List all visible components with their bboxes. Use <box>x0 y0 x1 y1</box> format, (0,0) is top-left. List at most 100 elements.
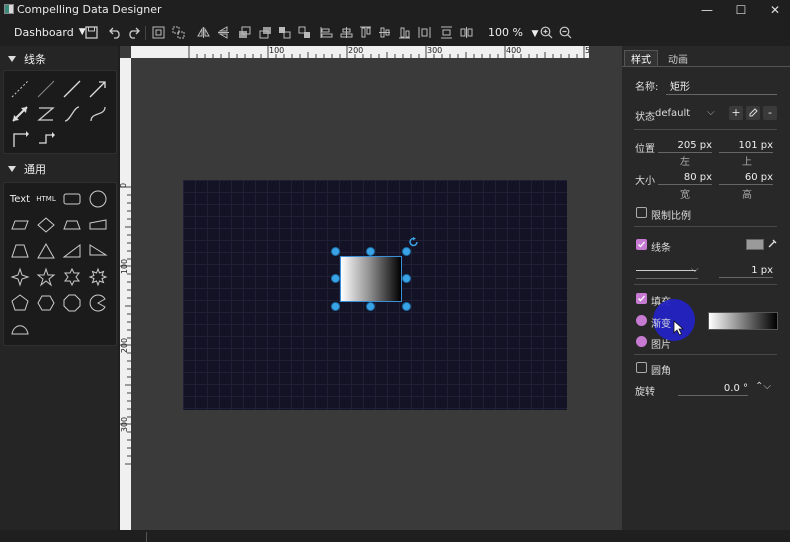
zoom-in-icon[interactable] <box>538 24 554 40</box>
eyedropper-icon[interactable] <box>767 239 777 252</box>
pentagon-shape-icon[interactable] <box>7 291 33 315</box>
octagon-shape-icon[interactable] <box>59 291 85 315</box>
lines-section-label: 线条 <box>24 53 46 66</box>
state-label: 状态 <box>635 112 655 123</box>
zoom-dropdown[interactable]: 100 % ▼ <box>488 26 538 39</box>
width-input[interactable]: 80 px <box>658 172 712 185</box>
flip-horizontal-icon[interactable] <box>195 24 211 40</box>
align-center-icon[interactable] <box>338 24 354 40</box>
toolbar: Dashboard ▼ 100 % ▼ <box>0 20 790 44</box>
flip-vertical-icon[interactable] <box>215 24 231 40</box>
bring-forward-icon[interactable] <box>276 24 292 40</box>
state-select[interactable]: default <box>655 108 690 119</box>
top-caption: 上 <box>742 157 752 168</box>
trapezoid-shape-icon[interactable] <box>59 213 85 237</box>
parallelogram-shape-icon[interactable] <box>7 213 33 237</box>
align-bottom-icon[interactable] <box>396 24 412 40</box>
pie-shape-icon[interactable] <box>85 291 111 315</box>
save-icon[interactable] <box>83 24 99 40</box>
zigzag-line-shape-icon[interactable] <box>33 102 59 126</box>
tab-style[interactable]: 样式 <box>624 50 658 66</box>
eight-point-star-shape-icon[interactable] <box>85 265 111 289</box>
text-shape-item[interactable]: Text <box>7 187 33 211</box>
gradient-radio[interactable] <box>636 315 647 326</box>
name-input[interactable]: 矩形 <box>666 78 777 95</box>
fill-checkbox[interactable] <box>636 293 647 304</box>
rotate-input[interactable]: 0.0 ° <box>678 383 748 396</box>
line-width-input[interactable]: 1 px <box>719 265 773 278</box>
app-icon <box>4 4 14 14</box>
edit-state-icon[interactable] <box>746 106 760 120</box>
left-caption: 左 <box>680 157 690 168</box>
diamond-shape-icon[interactable] <box>33 213 59 237</box>
trapezoid-up-shape-icon[interactable] <box>7 239 33 263</box>
arc-shape-icon[interactable] <box>7 317 33 341</box>
undo-icon[interactable] <box>107 24 123 40</box>
add-state-icon[interactable]: + <box>729 106 743 120</box>
step-connector-shape-icon[interactable] <box>33 127 59 151</box>
left-input[interactable]: 205 px <box>658 140 712 153</box>
resize-handle[interactable] <box>331 274 340 283</box>
gradient-rectangle-shape[interactable] <box>340 256 402 302</box>
gradient-preview-swatch[interactable] <box>708 312 778 330</box>
resize-handle[interactable] <box>331 247 340 256</box>
manual-input-shape-icon[interactable] <box>85 213 111 237</box>
distribute-vertical-icon[interactable] <box>438 24 454 40</box>
circle-shape-icon[interactable] <box>85 187 111 211</box>
line-checkbox[interactable] <box>636 239 647 250</box>
height-input[interactable]: 60 px <box>719 172 773 185</box>
dashed-line-shape-icon[interactable] <box>7 77 33 101</box>
wedge-shape-icon[interactable] <box>85 239 111 263</box>
six-point-star-shape-icon[interactable] <box>59 265 85 289</box>
lines-section-header[interactable]: 线条 <box>0 48 118 70</box>
bring-front-icon[interactable] <box>236 24 252 40</box>
resize-handle[interactable] <box>366 247 375 256</box>
image-radio[interactable] <box>636 336 647 347</box>
html-shape-item[interactable]: HTML <box>33 187 59 211</box>
maximize-button[interactable]: ☐ <box>724 0 758 20</box>
arrow-line-shape-icon[interactable] <box>85 77 111 101</box>
align-top-icon[interactable] <box>357 24 373 40</box>
hexagon-shape-icon[interactable] <box>33 291 59 315</box>
close-button[interactable]: ✕ <box>758 0 790 20</box>
rotate-handle-icon[interactable] <box>409 237 419 250</box>
line-style-chevron-icon[interactable]: ⌵ <box>691 264 699 275</box>
elbow-connector-shape-icon[interactable] <box>7 127 33 151</box>
dashboard-dropdown[interactable]: Dashboard ▼ <box>14 24 86 40</box>
tab-animation[interactable]: 动画 <box>662 50 694 66</box>
line-color-swatch[interactable] <box>746 239 764 250</box>
zoom-out-icon[interactable] <box>557 24 573 40</box>
rounded-rectangle-shape-icon[interactable] <box>59 187 85 211</box>
send-back-icon[interactable] <box>257 24 273 40</box>
minimize-button[interactable]: — <box>690 0 724 20</box>
right-triangle-shape-icon[interactable] <box>59 239 85 263</box>
resize-handle[interactable] <box>366 302 375 311</box>
curve-line-shape-icon[interactable] <box>59 102 85 126</box>
thin-line-shape-icon[interactable] <box>33 77 59 101</box>
rotate-stepper-icon[interactable]: ⌃⌵ <box>755 381 771 392</box>
ungroup-icon[interactable] <box>170 24 186 40</box>
remove-state-icon[interactable]: - <box>763 106 777 120</box>
align-middle-icon[interactable] <box>376 24 392 40</box>
send-backward-icon[interactable] <box>296 24 312 40</box>
distribute-horizontal-icon[interactable] <box>416 24 432 40</box>
five-point-star-shape-icon[interactable] <box>33 265 59 289</box>
double-arrow-shape-icon[interactable] <box>7 102 33 126</box>
group-icon[interactable] <box>150 24 166 40</box>
resize-handle[interactable] <box>402 302 411 311</box>
s-curve-shape-icon[interactable] <box>85 102 111 126</box>
resize-handle[interactable] <box>402 274 411 283</box>
rounded-corner-checkbox[interactable] <box>636 362 647 373</box>
same-size-icon[interactable] <box>458 24 474 40</box>
line-style-preview <box>636 270 696 271</box>
status-separator <box>146 532 147 542</box>
line-shape-icon[interactable] <box>59 77 85 101</box>
redo-icon[interactable] <box>125 24 141 40</box>
four-point-star-shape-icon[interactable] <box>7 265 33 289</box>
align-left-icon[interactable] <box>318 24 334 40</box>
resize-handle[interactable] <box>331 302 340 311</box>
top-input[interactable]: 101 px <box>719 140 773 153</box>
triangle-shape-icon[interactable] <box>33 239 59 263</box>
general-section-header[interactable]: 通用 <box>0 158 118 180</box>
keep-ratio-checkbox[interactable] <box>636 207 647 218</box>
